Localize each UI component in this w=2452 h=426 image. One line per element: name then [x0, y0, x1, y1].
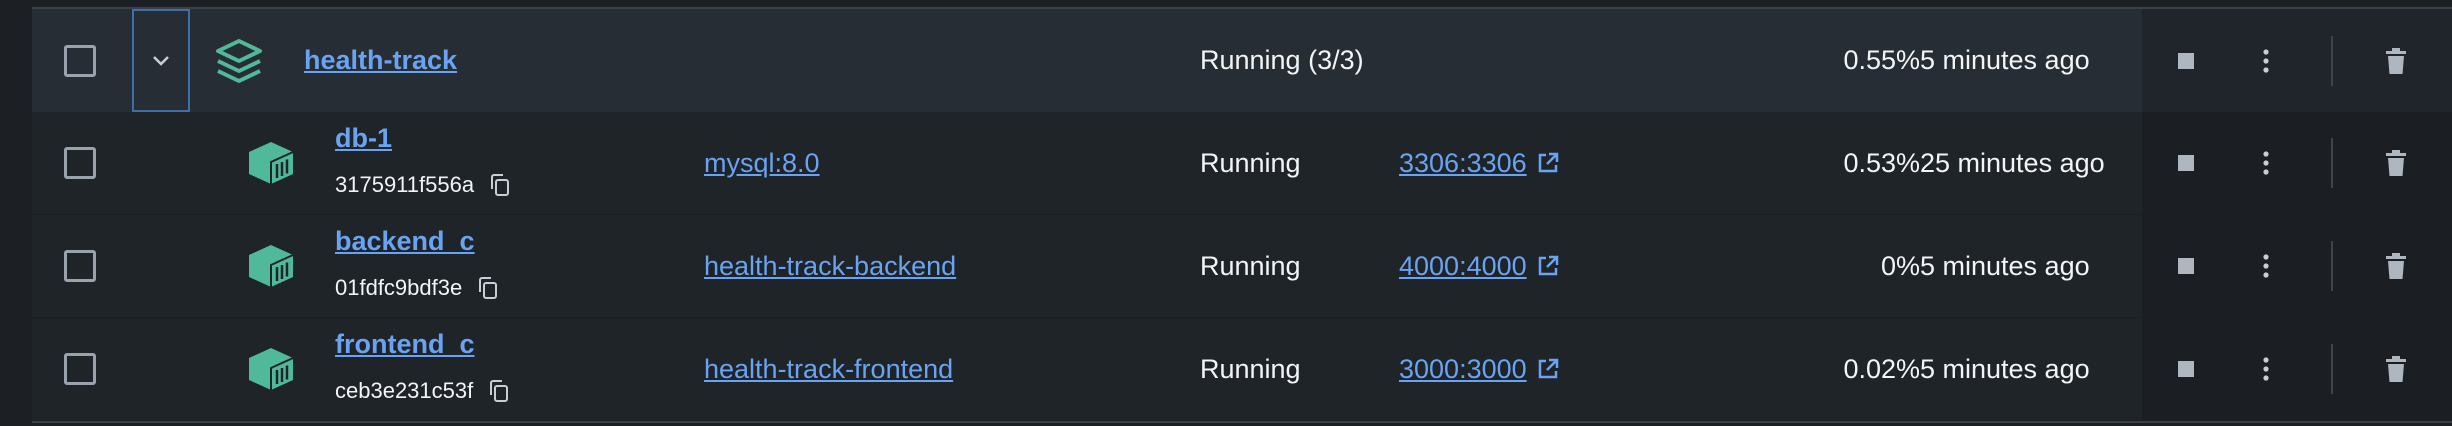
stop-icon [2178, 258, 2194, 274]
row-select-checkbox[interactable] [64, 250, 96, 282]
container-name-link[interactable]: db-1 [335, 123, 392, 154]
stop-button[interactable] [2168, 248, 2204, 284]
delete-button[interactable] [2378, 248, 2414, 284]
more-vertical-icon [2263, 48, 2269, 73]
copy-icon[interactable] [490, 174, 510, 196]
container-id: 3175911f556a [335, 172, 475, 197]
container-cube-icon [246, 112, 296, 214]
table-row[interactable]: backend_c 01fdfc9bdf3e health-track-back… [32, 215, 2452, 317]
table-row[interactable]: frontend_c ceb3e231c53f health-track-fro… [32, 318, 2452, 420]
trash-icon [2386, 356, 2406, 382]
port-label[interactable]: 3306:3306 [1399, 148, 1527, 179]
container-status: Running [1200, 147, 1301, 178]
more-vertical-icon [2263, 151, 2269, 175]
stop-icon [2178, 155, 2194, 171]
container-id: 01fdfc9bdf3e [335, 275, 463, 300]
container-image-link[interactable]: mysql:8.0 [704, 148, 820, 179]
group-cpu: 0.55% [1843, 45, 1920, 75]
expand-toggle-button[interactable] [132, 9, 190, 112]
container-last-started: 5 minutes ago [1920, 353, 2090, 384]
container-status: Running [1200, 353, 1301, 384]
more-vertical-icon [2263, 254, 2269, 278]
more-actions-button[interactable] [2248, 145, 2284, 181]
external-link-icon[interactable] [1537, 358, 1559, 380]
more-actions-button[interactable] [2248, 351, 2284, 387]
stop-button[interactable] [2168, 351, 2204, 387]
delete-button[interactable] [2378, 351, 2414, 387]
delete-button[interactable] [2378, 145, 2414, 181]
external-link-icon[interactable] [1537, 152, 1559, 174]
container-cpu: 0.02% [1843, 353, 1920, 384]
container-name-link[interactable]: frontend_c [335, 329, 475, 360]
group-row-health-track[interactable]: health-track Running (3/3) 0.55% 5 minut… [32, 9, 2452, 112]
group-status: Running (3/3) [1200, 45, 1364, 75]
group-name-link[interactable]: health-track [304, 45, 457, 76]
port-link[interactable]: 3306:3306 [1399, 112, 1559, 214]
delete-button[interactable] [2378, 43, 2414, 79]
stop-icon [2178, 52, 2194, 69]
container-image-link[interactable]: health-track-frontend [704, 354, 953, 385]
container-cube-icon [246, 318, 296, 420]
group-select-checkbox[interactable] [64, 44, 96, 77]
port-link[interactable]: 3000:3000 [1399, 318, 1559, 420]
stack-layers-icon [214, 9, 264, 112]
more-vertical-icon [2263, 357, 2269, 381]
table-bottom-border [32, 421, 2452, 423]
container-cpu: 0% [1880, 250, 1920, 281]
container-name-link[interactable]: backend_c [335, 226, 475, 257]
container-last-started: 25 minutes ago [1920, 147, 2105, 178]
container-status: Running [1200, 250, 1301, 281]
trash-icon [2386, 253, 2406, 279]
row-select-checkbox[interactable] [64, 353, 96, 385]
port-label[interactable]: 3000:3000 [1399, 354, 1527, 385]
more-actions-button[interactable] [2248, 248, 2284, 284]
container-cpu: 0.53% [1843, 147, 1920, 178]
trash-icon [2386, 47, 2406, 74]
chevron-down-icon [151, 55, 171, 67]
group-last-started: 5 minutes ago [1920, 45, 2090, 75]
copy-icon[interactable] [478, 277, 498, 299]
port-label[interactable]: 4000:4000 [1399, 251, 1527, 282]
table-row[interactable]: db-1 3175911f556a mysql:8.0 Running 3306… [32, 112, 2452, 214]
stop-icon [2178, 361, 2194, 377]
copy-icon[interactable] [489, 380, 509, 402]
stop-button[interactable] [2168, 145, 2204, 181]
container-cube-icon [246, 215, 296, 317]
more-actions-button[interactable] [2248, 43, 2284, 79]
stop-button[interactable] [2168, 43, 2204, 79]
port-link[interactable]: 4000:4000 [1399, 215, 1559, 317]
container-id: ceb3e231c53f [335, 378, 474, 403]
trash-icon [2386, 150, 2406, 176]
container-image-link[interactable]: health-track-backend [704, 251, 956, 282]
external-link-icon[interactable] [1537, 255, 1559, 277]
container-last-started: 5 minutes ago [1920, 250, 2090, 281]
containers-table: health-track Running (3/3) 0.55% 5 minut… [0, 0, 2452, 426]
row-select-checkbox[interactable] [64, 147, 96, 179]
